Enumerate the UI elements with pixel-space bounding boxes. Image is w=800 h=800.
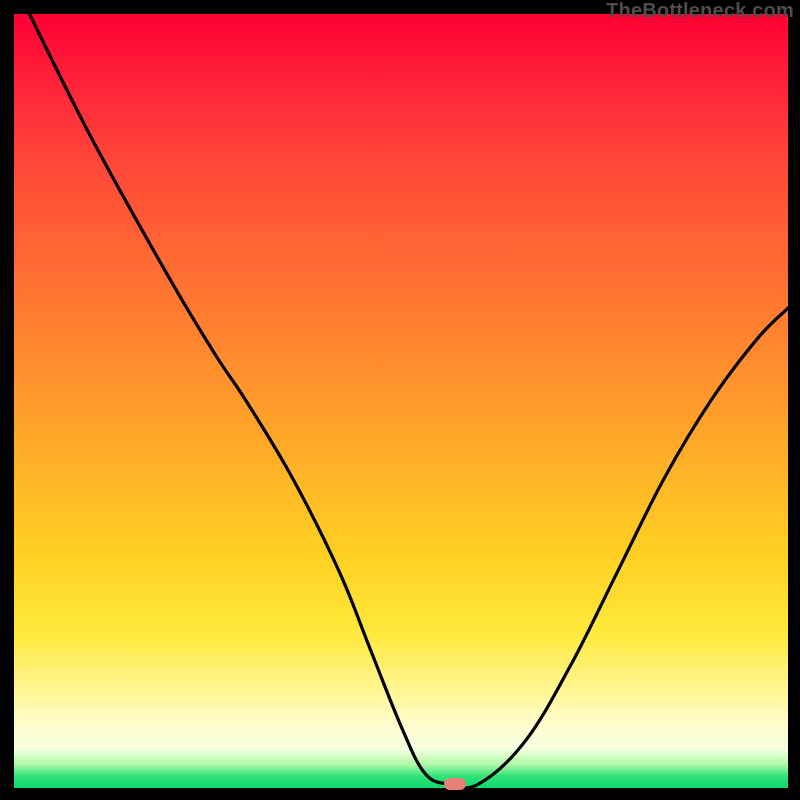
- bottleneck-curve: [29, 14, 788, 788]
- chart-frame: TheBottleneck.com: [0, 0, 800, 800]
- optimal-point-marker: [444, 778, 466, 790]
- plot-area: [14, 14, 788, 788]
- attribution-text: TheBottleneck.com: [606, 0, 794, 22]
- curve-svg: [14, 14, 788, 788]
